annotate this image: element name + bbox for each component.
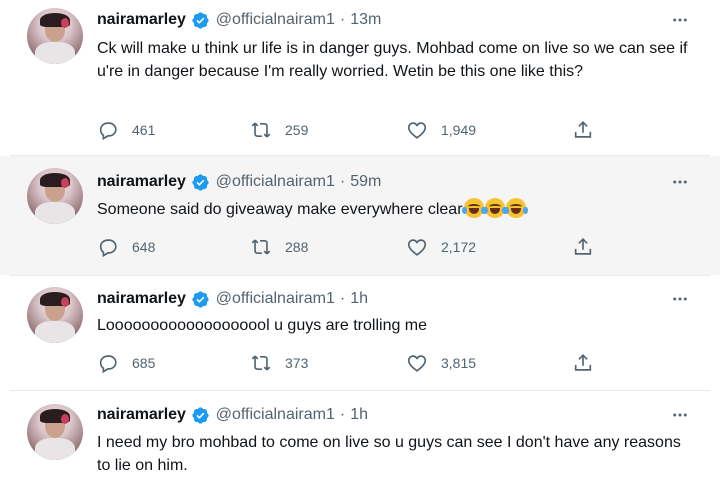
separator-dot: · xyxy=(339,406,346,423)
retweet-button[interactable]: 373 xyxy=(250,351,308,375)
more-dots-icon[interactable] xyxy=(670,10,690,30)
verified-badge-icon xyxy=(192,290,209,308)
tweet-text: Looooooooooooooooool u guys are trolling… xyxy=(97,317,428,334)
avatar[interactable] xyxy=(27,404,83,460)
retweet-count: 288 xyxy=(285,239,309,255)
handle[interactable]: @officialnairam1 xyxy=(216,406,335,424)
tweet-1[interactable]: nairamarley @officialnairam1 · 13m Ck wi… xyxy=(0,0,720,155)
verified-badge-icon xyxy=(192,173,209,191)
avatar[interactable] xyxy=(27,8,83,64)
retweet-button[interactable]: 288 xyxy=(250,235,308,259)
reply-count: 648 xyxy=(132,239,156,255)
share-button[interactable] xyxy=(572,118,594,142)
share-icon xyxy=(574,238,592,255)
reply-button[interactable]: 648 xyxy=(97,235,155,259)
face-with-tears-of-joy-emoji xyxy=(482,198,507,218)
handle[interactable]: @officialnairam1 xyxy=(216,173,335,191)
timestamp[interactable]: 1h xyxy=(350,406,368,424)
reply-icon xyxy=(99,122,117,141)
tweet-actions: 461 259 1,949 xyxy=(97,118,597,142)
separator-dot: · xyxy=(339,173,346,190)
more-dots-icon[interactable] xyxy=(670,172,690,192)
tweet-4[interactable]: nairamarley @officialnairam1 · 1h I need… xyxy=(0,391,720,483)
reply-count: 685 xyxy=(132,355,156,371)
reply-count: 461 xyxy=(132,122,156,138)
retweet-count: 373 xyxy=(285,355,309,371)
tweet-3[interactable]: nairamarley @officialnairam1 · 1h Looooo… xyxy=(0,276,720,390)
tweet-header: nairamarley @officialnairam1 · 59m xyxy=(97,171,381,193)
timestamp[interactable]: 1h xyxy=(350,290,368,308)
tweet-actions: 685 373 3,815 xyxy=(97,351,597,375)
avatar[interactable] xyxy=(27,168,83,224)
like-icon xyxy=(407,239,427,256)
display-name[interactable]: nairamarley xyxy=(97,290,186,308)
like-icon xyxy=(407,122,427,139)
share-button[interactable] xyxy=(572,351,594,375)
reply-icon xyxy=(99,239,117,258)
verified-badge-icon xyxy=(192,406,209,424)
verified-badge-icon xyxy=(192,11,209,29)
display-name[interactable]: nairamarley xyxy=(97,11,186,29)
display-name[interactable]: nairamarley xyxy=(97,173,186,191)
like-count: 3,815 xyxy=(441,355,477,371)
tweet-header: nairamarley @officialnairam1 · 1h xyxy=(97,288,368,310)
retweet-count: 259 xyxy=(285,122,309,138)
face-with-tears-of-joy-emoji xyxy=(503,198,528,218)
tweet-text: I need my bro mohbad to come on live so … xyxy=(97,434,681,474)
like-button[interactable]: 3,815 xyxy=(406,351,476,375)
handle[interactable]: @officialnairam1 xyxy=(216,11,335,29)
like-icon xyxy=(407,355,427,372)
like-count: 2,172 xyxy=(441,239,477,255)
like-button[interactable]: 1,949 xyxy=(406,118,476,142)
avatar[interactable] xyxy=(27,287,83,343)
like-count: 1,949 xyxy=(441,122,477,138)
share-button[interactable] xyxy=(572,235,594,259)
share-icon xyxy=(574,121,592,138)
tweet-header: nairamarley @officialnairam1 · 13m xyxy=(97,9,381,31)
tweet-text-body: Someone said do giveaway make everywhere… xyxy=(97,201,463,218)
tweet-text: Ck will make u think ur life is in dange… xyxy=(97,40,688,80)
tweet-text: Someone said do giveaway make everywhere… xyxy=(97,198,697,221)
tweet-header: nairamarley @officialnairam1 · 1h xyxy=(97,404,368,426)
reply-button[interactable]: 685 xyxy=(97,351,155,375)
separator-dot: · xyxy=(339,290,346,307)
retweet-button[interactable]: 259 xyxy=(250,118,308,142)
retweet-icon xyxy=(251,355,271,371)
reply-button[interactable]: 461 xyxy=(97,118,155,142)
retweet-icon xyxy=(251,239,271,255)
timestamp[interactable]: 13m xyxy=(350,11,381,29)
more-dots-icon[interactable] xyxy=(670,289,690,309)
tweet-actions: 648 288 2,172 xyxy=(97,235,597,259)
separator-dot: · xyxy=(339,11,346,28)
like-button[interactable]: 2,172 xyxy=(406,235,476,259)
share-icon xyxy=(574,354,592,371)
reply-icon xyxy=(99,355,117,374)
timestamp[interactable]: 59m xyxy=(350,173,381,191)
face-with-tears-of-joy-emoji xyxy=(461,198,486,218)
more-dots-icon[interactable] xyxy=(670,405,690,425)
tweet-2[interactable]: nairamarley @officialnairam1 · 59m Someo… xyxy=(0,156,720,275)
display-name[interactable]: nairamarley xyxy=(97,406,186,424)
retweet-icon xyxy=(251,122,271,138)
handle[interactable]: @officialnairam1 xyxy=(216,290,335,308)
